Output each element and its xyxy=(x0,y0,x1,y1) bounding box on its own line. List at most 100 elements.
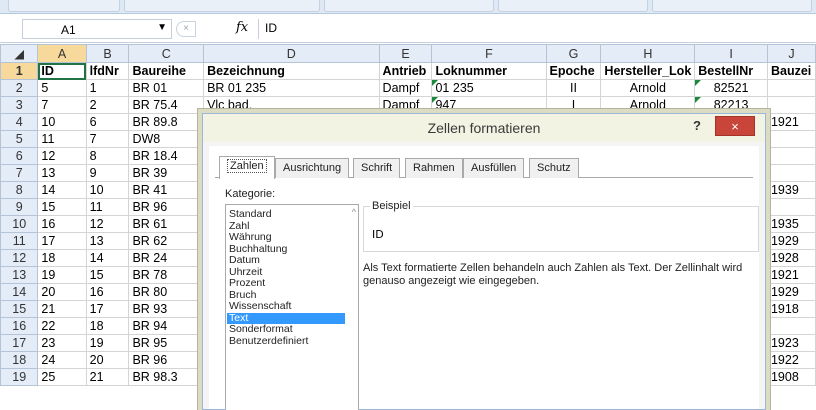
select-all-corner[interactable]: ◢ xyxy=(0,44,39,63)
cell[interactable]: Epoche xyxy=(545,62,602,80)
cell[interactable]: 18 xyxy=(37,249,87,267)
cell[interactable]: 20 xyxy=(37,283,87,301)
row-header[interactable]: 12 xyxy=(0,249,39,267)
column-header-b[interactable]: B xyxy=(85,44,130,63)
category-item-prozent[interactable]: Prozent xyxy=(227,278,345,289)
cell[interactable]: BR 94 xyxy=(128,317,205,335)
cell[interactable]: 7 xyxy=(85,130,130,148)
tab-schrift[interactable]: Schrift xyxy=(353,158,401,178)
cell[interactable]: 14 xyxy=(37,181,87,199)
category-item-text[interactable]: Text xyxy=(227,312,345,324)
cell[interactable]: BR 18.4 xyxy=(128,147,205,165)
cell[interactable]: BR 41 xyxy=(128,181,205,199)
cell[interactable]: ID xyxy=(37,62,87,80)
cell[interactable]: 18 xyxy=(85,317,130,335)
column-header-i[interactable]: I xyxy=(694,44,768,63)
category-item-bruch[interactable]: Bruch xyxy=(227,289,345,301)
cell[interactable]: 10 xyxy=(85,181,130,199)
cell[interactable]: 16 xyxy=(85,283,130,301)
category-item-benutzerdefiniert[interactable]: Benutzerdefiniert xyxy=(227,335,345,347)
cell[interactable]: Dampf xyxy=(378,79,433,97)
cell[interactable]: 1908 xyxy=(766,368,816,386)
cell[interactable]: II xyxy=(545,79,602,97)
cell[interactable]: 17 xyxy=(85,300,130,318)
cell[interactable]: 13 xyxy=(37,164,87,182)
cell[interactable]: 15 xyxy=(85,266,130,284)
cell[interactable]: BR 96 xyxy=(128,351,205,369)
category-list[interactable]: ^ Standard Zahl Währung Buchhaltung Datum Uhr… xyxy=(225,204,359,410)
cell[interactable]: 1935 xyxy=(766,215,816,233)
cell[interactable]: 10 xyxy=(37,113,87,131)
cell[interactable]: I xyxy=(545,96,602,114)
cell[interactable]: 22 xyxy=(37,317,87,335)
cell[interactable]: Loknummer xyxy=(431,62,547,80)
cell[interactable]: 23 xyxy=(37,334,87,352)
cell[interactable]: BR 01 235 xyxy=(203,79,380,97)
cell[interactable]: BR 98.3 xyxy=(128,368,205,386)
cell[interactable]: BR 95 xyxy=(128,334,205,352)
row-header[interactable]: 14 xyxy=(0,283,39,301)
chevron-down-icon[interactable]: ▼ xyxy=(157,22,167,33)
help-button[interactable]: ? xyxy=(693,118,701,133)
cell[interactable]: DW8 xyxy=(128,130,205,148)
cell[interactable]: lfdNr xyxy=(85,62,130,80)
cell[interactable]: 11 xyxy=(85,198,130,216)
category-item-währung[interactable]: Währung xyxy=(227,232,345,243)
cell[interactable]: 1922 xyxy=(766,351,816,369)
cell[interactable]: BR 78 xyxy=(128,266,205,284)
close-button[interactable]: × xyxy=(715,116,755,136)
tab-schutz[interactable]: Schutz xyxy=(529,158,579,178)
tab-ausfuellen[interactable]: Ausfüllen xyxy=(463,158,525,178)
cell[interactable]: 14 xyxy=(85,249,130,267)
cell[interactable] xyxy=(766,164,816,182)
cell[interactable]: 1 xyxy=(85,79,130,97)
cell[interactable]: 1921 xyxy=(766,266,816,284)
row-header[interactable]: 1 xyxy=(0,62,39,80)
cell[interactable]: 6 xyxy=(85,113,130,131)
cell[interactable]: 13 xyxy=(85,232,130,250)
cell[interactable]: Baureihe xyxy=(128,62,205,80)
cell[interactable]: 15 xyxy=(37,198,87,216)
cell[interactable]: 25 xyxy=(37,368,87,386)
column-header-g[interactable]: G xyxy=(545,44,602,63)
cell[interactable]: Arnold xyxy=(600,96,696,114)
cell[interactable]: 12 xyxy=(85,215,130,233)
row-header[interactable]: 10 xyxy=(0,215,39,233)
cell[interactable]: BR 24 xyxy=(128,249,205,267)
column-header-f[interactable]: F xyxy=(431,44,547,63)
tab-rahmen[interactable]: Rahmen xyxy=(405,158,463,178)
cell[interactable]: 5 xyxy=(37,79,87,97)
row-header[interactable]: 6 xyxy=(0,147,39,165)
category-item-sonderformat[interactable]: Sonderformat xyxy=(227,324,345,335)
category-item-standard[interactable]: Standard xyxy=(227,209,345,220)
row-header[interactable]: 16 xyxy=(0,317,39,335)
cell[interactable]: 1929 xyxy=(766,283,816,301)
cell[interactable] xyxy=(766,96,816,114)
category-item-datum[interactable]: Datum xyxy=(227,255,345,266)
row-header[interactable]: 2 xyxy=(0,79,39,97)
cell[interactable]: 21 xyxy=(37,300,87,318)
column-header-h[interactable]: H xyxy=(600,44,696,63)
cell[interactable]: 7 xyxy=(37,96,87,114)
row-header[interactable]: 5 xyxy=(0,130,39,148)
column-header-e[interactable]: E xyxy=(378,44,433,63)
name-box[interactable]: A1 ▼ xyxy=(22,19,172,39)
row-header[interactable]: 7 xyxy=(0,164,39,182)
cell[interactable]: 16 xyxy=(37,215,87,233)
formula-input[interactable]: ID xyxy=(258,19,816,39)
cell[interactable]: BR 75.4 xyxy=(128,96,205,114)
cell[interactable]: BR 89.8 xyxy=(128,113,205,131)
cancel-icon[interactable]: × xyxy=(176,21,196,37)
cell[interactable]: 82521 xyxy=(694,79,768,97)
cell[interactable]: 19 xyxy=(85,334,130,352)
cell[interactable]: 11 xyxy=(37,130,87,148)
category-item-uhrzeit[interactable]: Uhrzeit xyxy=(227,266,345,278)
cell[interactable]: Hersteller_Lok xyxy=(600,62,696,80)
category-item-buchhaltung[interactable]: Buchhaltung xyxy=(227,243,345,255)
row-header[interactable]: 18 xyxy=(0,351,39,369)
cell[interactable] xyxy=(766,130,816,148)
cell[interactable] xyxy=(766,147,816,165)
cell[interactable]: Antrieb xyxy=(378,62,433,80)
cell[interactable]: BR 62 xyxy=(128,232,205,250)
cell[interactable] xyxy=(766,198,816,216)
